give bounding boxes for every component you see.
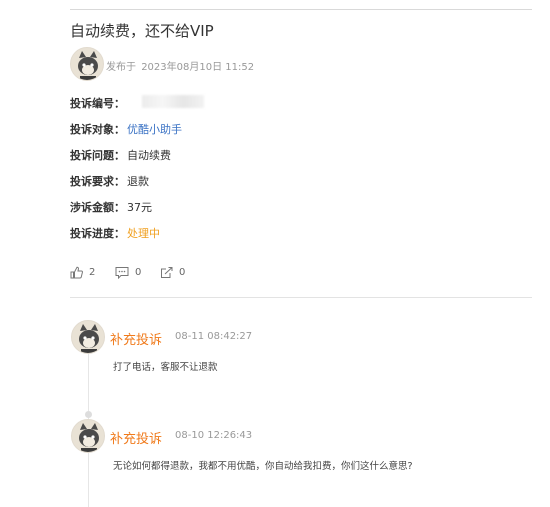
like-count: 2	[89, 267, 96, 278]
field-key: 投诉要求：	[70, 175, 125, 188]
field-request: 投诉要求： 退款	[70, 173, 149, 189]
supplement-avatar	[71, 419, 105, 453]
comment-icon	[115, 267, 129, 279]
cat-avatar-icon	[78, 51, 98, 80]
like-button[interactable]: 2	[70, 266, 95, 279]
share-icon	[161, 267, 173, 278]
field-key: 投诉编号：	[70, 97, 125, 110]
progress-status: 处理中	[127, 227, 160, 240]
field-key: 投诉进度：	[70, 227, 125, 240]
supplement-text: 无论如何都得退款，我都不用优酷，你自动给我扣费，你们这什么意思?	[113, 461, 413, 472]
field-issue: 投诉问题： 自动续费	[70, 147, 171, 163]
share-count: 0	[179, 267, 186, 278]
supplement-text: 打了电话，客服不让退款	[113, 362, 218, 373]
field-value: 退款	[127, 175, 149, 188]
author-avatar[interactable]	[70, 47, 104, 81]
field-key: 投诉问题：	[70, 149, 125, 162]
timeline-dot	[85, 411, 92, 418]
supplement-avatar	[71, 320, 105, 354]
field-target: 投诉对象： 优酷小助手	[70, 121, 182, 137]
supplement-time: 08-11 08:42:27	[175, 331, 253, 342]
field-key: 投诉对象：	[70, 123, 125, 136]
top-divider	[70, 9, 532, 10]
field-progress: 投诉进度： 处理中	[70, 225, 160, 241]
field-amount: 涉诉金额： 37元	[70, 199, 152, 215]
supplement-label: 补充投诉	[110, 432, 163, 447]
target-link[interactable]: 优酷小助手	[127, 123, 182, 136]
field-value: 自动续费	[127, 149, 171, 162]
section-divider	[70, 297, 532, 298]
field-value: 37元	[127, 201, 152, 214]
comment-button[interactable]: 0	[115, 266, 141, 279]
thumbs-up-icon	[70, 266, 83, 279]
complaint-id-redacted	[142, 95, 204, 108]
share-button[interactable]: 0	[160, 266, 185, 279]
comment-count: 0	[135, 267, 142, 278]
supplement-label: 补充投诉	[110, 333, 163, 348]
complaint-title: 自动续费，还不给VIP	[70, 22, 214, 40]
published-time: 2023年08月10日 11:52	[141, 62, 255, 73]
cat-avatar-icon	[79, 324, 99, 353]
publish-meta: 发布于 2023年08月10日 11:52	[106, 58, 256, 73]
cat-avatar-icon	[79, 423, 99, 452]
field-complaint-id: 投诉编号：	[70, 95, 125, 111]
field-key: 涉诉金额：	[70, 201, 125, 214]
supplement-time: 08-10 12:26:43	[175, 430, 253, 441]
published-label: 发布于	[106, 62, 136, 73]
